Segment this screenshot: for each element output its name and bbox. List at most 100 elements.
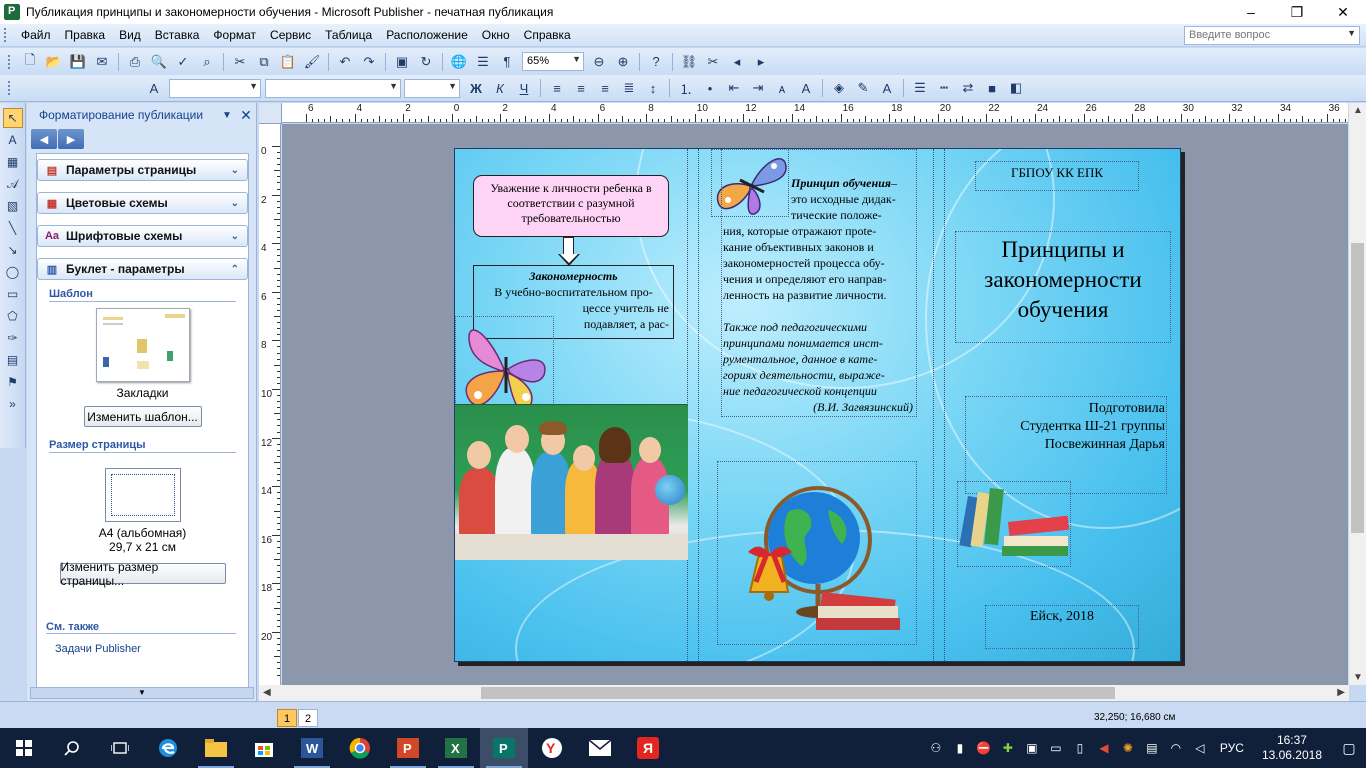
rectangle-tool-icon[interactable]: ▭ — [3, 284, 23, 304]
yandex-button[interactable]: Я — [624, 728, 672, 768]
print-icon[interactable]: ⎙ — [125, 52, 145, 72]
align-left-icon[interactable]: ≡ — [547, 78, 567, 98]
font-color-icon[interactable]: A — [877, 78, 897, 98]
italic-icon[interactable]: К — [490, 78, 510, 98]
bullets-icon[interactable]: • — [700, 78, 720, 98]
style-select[interactable]: ▼ — [169, 78, 261, 98]
toolbar-grip[interactable] — [8, 54, 12, 69]
send-mail-icon[interactable]: ✉ — [92, 52, 112, 72]
change-page-size-button[interactable]: Изменить размер страницы... — [59, 560, 226, 588]
new-document-icon[interactable]: 🗋 — [20, 52, 40, 72]
people-icon[interactable]: ⚇ — [926, 738, 946, 758]
dash-style-icon[interactable]: ┅ — [934, 78, 954, 98]
word-button[interactable]: W — [288, 728, 336, 768]
close-button[interactable]: ✕ — [1320, 0, 1366, 24]
format-painter-icon[interactable]: 🖌 — [302, 52, 322, 72]
chevron-down-icon[interactable]: ⌄ — [231, 165, 239, 176]
chevron-down-icon[interactable]: ▼ — [572, 54, 581, 64]
vertical-scroll-thumb[interactable] — [1351, 243, 1364, 533]
arrow-style-icon[interactable]: ⇄ — [958, 78, 978, 98]
decrease-font-icon[interactable]: ᴀ — [772, 78, 792, 98]
chevron-down-icon[interactable]: ▼ — [1347, 28, 1356, 38]
menu-arrange[interactable]: Расположение — [379, 26, 475, 44]
arrow-tool-icon[interactable]: ↘ — [3, 240, 23, 260]
justify-icon[interactable]: ≣ — [619, 78, 639, 98]
clock[interactable]: 16:37 13.06.2018 — [1262, 733, 1322, 763]
menu-format[interactable]: Формат — [206, 26, 263, 44]
power-icon[interactable]: ▤ — [1142, 738, 1162, 758]
bold-icon[interactable]: Ж — [466, 78, 486, 98]
chevron-down-icon[interactable]: ⌄ — [231, 198, 239, 209]
volume-icon[interactable]: ◀ — [1094, 738, 1114, 758]
cut-icon[interactable]: ✂ — [230, 52, 250, 72]
undo-icon[interactable]: ↶ — [335, 52, 355, 72]
horizontal-ruler[interactable]: 6 4 2 0 2 4 6 8 10 12 14 16 18 20 22 24 26 28 30 32 34 36 — [282, 103, 1348, 123]
chevron-down-icon[interactable]: ▼ — [448, 81, 457, 91]
page-1-button[interactable]: 1 — [277, 709, 297, 727]
open-folder-icon[interactable]: 📂 — [44, 52, 64, 72]
brochure-page[interactable]: Уважение к личности ребенка в соответств… — [454, 148, 1181, 662]
align-center-icon[interactable]: ≡ — [571, 78, 591, 98]
next-text-box-icon[interactable]: ▸ — [751, 52, 771, 72]
vertical-scrollbar[interactable]: ▲ ▼ — [1349, 103, 1366, 685]
task-pane-scroll-down[interactable]: ▼ — [30, 687, 254, 699]
section-brochure-options[interactable]: ▥ Буклет - параметры ⌃ — [37, 258, 248, 280]
paragraph-mark-icon[interactable]: ¶ — [497, 52, 517, 72]
start-button[interactable] — [0, 728, 48, 768]
butterfly-frame[interactable] — [455, 316, 554, 417]
help-search-input[interactable]: Введите вопрос ▼ — [1184, 26, 1360, 45]
monitor-icon[interactable]: ▭ — [1046, 738, 1066, 758]
notifications-icon[interactable]: ▢ — [1334, 738, 1364, 758]
previous-text-box-icon[interactable]: ◂ — [727, 52, 747, 72]
menu-edit[interactable]: Правка — [58, 26, 113, 44]
unlink-text-box-icon[interactable]: ✂ — [703, 52, 723, 72]
increase-indent-icon[interactable]: ⇥ — [748, 78, 768, 98]
font-select[interactable]: ▼ — [265, 78, 401, 98]
horizontal-scroll-thumb[interactable] — [481, 687, 1115, 699]
insert-hyperlink-icon[interactable]: 🌐 — [449, 52, 469, 72]
copy-icon[interactable]: ⧉ — [254, 52, 274, 72]
underline-icon[interactable]: Ч — [514, 78, 534, 98]
students-photo[interactable] — [455, 404, 688, 560]
globe-picture-frame[interactable] — [717, 461, 917, 645]
toolbar-grip[interactable] — [8, 81, 12, 95]
publisher-tasks-link[interactable]: Задачи Publisher — [55, 643, 141, 655]
hot-spot-icon[interactable]: ✑ — [3, 328, 23, 348]
menu-view[interactable]: Вид — [112, 26, 148, 44]
menu-table[interactable]: Таблица — [318, 26, 379, 44]
spelling-icon[interactable]: ✓ — [173, 52, 193, 72]
yandex-browser-button[interactable]: Y — [528, 728, 576, 768]
scroll-left-icon[interactable]: ◀ — [263, 687, 271, 698]
redo-icon[interactable]: ↷ — [359, 52, 379, 72]
minimize-button[interactable]: – — [1228, 0, 1274, 24]
store-button[interactable] — [240, 728, 288, 768]
align-right-icon[interactable]: ≡ — [595, 78, 615, 98]
antivirus-icon[interactable]: ✺ — [1118, 738, 1138, 758]
numbering-icon[interactable]: ⒈ — [676, 78, 696, 98]
increase-font-icon[interactable]: A — [796, 78, 816, 98]
ruler-origin[interactable] — [259, 103, 282, 124]
arrange-icon[interactable]: ▣ — [392, 52, 412, 72]
section-page-setup[interactable]: ▤ Параметры страницы ⌄ — [37, 159, 248, 181]
close-icon[interactable]: ✕ — [236, 107, 256, 124]
network-adapter-icon[interactable]: ▣ — [1022, 738, 1042, 758]
save-icon[interactable]: 💾 — [68, 52, 88, 72]
page-2-button[interactable]: 2 — [298, 709, 318, 727]
chevron-down-icon[interactable]: ▼ — [389, 81, 398, 91]
maximize-button[interactable]: ❐ — [1274, 0, 1320, 24]
battery-icon[interactable]: ▯ — [1070, 738, 1090, 758]
speaker-icon[interactable]: ◁ — [1190, 738, 1210, 758]
line-color-icon[interactable]: ✎ — [853, 78, 873, 98]
wifi-icon[interactable]: ◠ — [1166, 738, 1186, 758]
horizontal-scrollbar[interactable]: ◀ ▶ — [259, 685, 1349, 701]
menu-tools[interactable]: Сервис — [263, 26, 318, 44]
template-thumbnail[interactable] — [95, 308, 190, 382]
menu-window[interactable]: Окно — [475, 26, 517, 44]
chevron-down-icon[interactable]: ⌄ — [231, 231, 239, 242]
forward-icon[interactable]: ▶ — [58, 129, 84, 149]
back-icon[interactable]: ◀ — [31, 129, 57, 149]
picture-frame-icon[interactable]: ▧ — [3, 196, 23, 216]
link-text-box-icon[interactable]: ⛓ — [679, 52, 699, 72]
fill-color-icon[interactable]: ◈ — [829, 78, 849, 98]
scroll-right-icon[interactable]: ▶ — [1337, 687, 1345, 698]
